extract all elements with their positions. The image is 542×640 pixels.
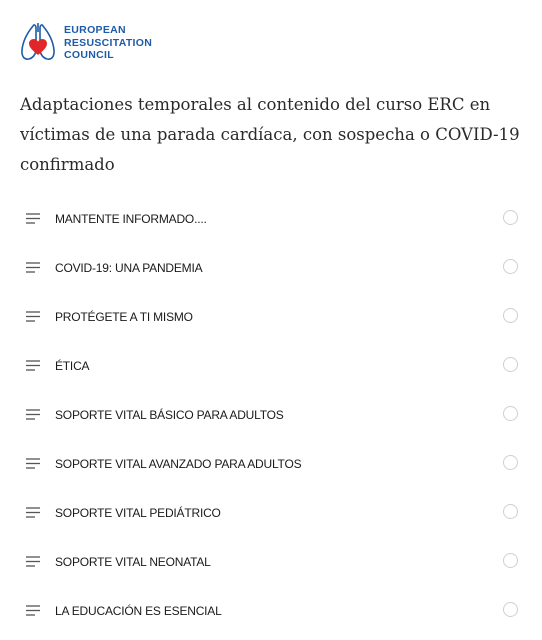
lesson-lines-icon: [26, 262, 40, 273]
lesson-status-circle-icon: [503, 504, 518, 519]
lesson-item[interactable]: COVID-19: UNA PANDEMIA: [0, 243, 542, 292]
lesson-label: COVID-19: UNA PANDEMIA: [55, 260, 203, 275]
lesson-lines-icon: [26, 605, 40, 616]
lesson-label: PROTÉGETE A TI MISMO: [55, 309, 193, 324]
lesson-status-circle-icon: [503, 455, 518, 470]
lesson-item[interactable]: ÉTICA: [0, 341, 542, 390]
lesson-item[interactable]: PROTÉGETE A TI MISMO: [0, 292, 542, 341]
lesson-lines-icon: [26, 458, 40, 469]
brand-name-line2: RESUSCITATION: [64, 36, 153, 49]
lesson-item[interactable]: SOPORTE VITAL AVANZADO PARA ADULTOS: [0, 439, 542, 488]
lesson-label: MANTENTE INFORMADO....: [55, 211, 207, 226]
lesson-lines-icon: [26, 311, 40, 322]
lesson-item[interactable]: SOPORTE VITAL PEDIÁTRICO: [0, 488, 542, 537]
lesson-label: SOPORTE VITAL BÁSICO PARA ADULTOS: [55, 407, 284, 422]
lesson-status-circle-icon: [503, 553, 518, 568]
lesson-item[interactable]: SOPORTE VITAL BÁSICO PARA ADULTOS: [0, 390, 542, 439]
lesson-lines-icon: [26, 360, 40, 371]
lesson-label: SOPORTE VITAL AVANZADO PARA ADULTOS: [55, 456, 302, 471]
lesson-status-circle-icon: [503, 308, 518, 323]
lesson-lines-icon: [26, 213, 40, 224]
lesson-lines-icon: [26, 556, 40, 567]
lesson-status-circle-icon: [503, 602, 518, 617]
lesson-item[interactable]: LA EDUCACIÓN ES ESENCIAL: [0, 586, 542, 635]
lesson-item[interactable]: MANTENTE INFORMADO....: [0, 194, 542, 243]
lesson-item[interactable]: SOPORTE VITAL NEONATAL: [0, 537, 542, 586]
lesson-lines-icon: [26, 409, 40, 420]
brand-header: EUROPEAN RESUSCITATION COUNCIL: [20, 22, 152, 64]
lesson-status-circle-icon: [503, 406, 518, 421]
brand-name: EUROPEAN RESUSCITATION COUNCIL: [64, 24, 152, 62]
lesson-label: SOPORTE VITAL NEONATAL: [55, 554, 211, 569]
lesson-lines-icon: [26, 507, 40, 518]
course-title: Adaptaciones temporales al contenido del…: [20, 95, 520, 174]
lesson-label: LA EDUCACIÓN ES ESENCIAL: [55, 603, 222, 618]
brand-name-line3: COUNCIL: [64, 49, 114, 62]
lesson-label: ÉTICA: [55, 358, 90, 373]
brand-name-line1: EUROPEAN: [64, 24, 126, 37]
lesson-label: SOPORTE VITAL PEDIÁTRICO: [55, 505, 221, 520]
lesson-status-circle-icon: [503, 210, 518, 225]
lesson-status-circle-icon: [503, 259, 518, 274]
lesson-list: MANTENTE INFORMADO.... COVID-19: UNA PAN…: [0, 194, 542, 635]
erc-lungs-heart-logo-icon: [21, 23, 55, 60]
lesson-status-circle-icon: [503, 357, 518, 372]
